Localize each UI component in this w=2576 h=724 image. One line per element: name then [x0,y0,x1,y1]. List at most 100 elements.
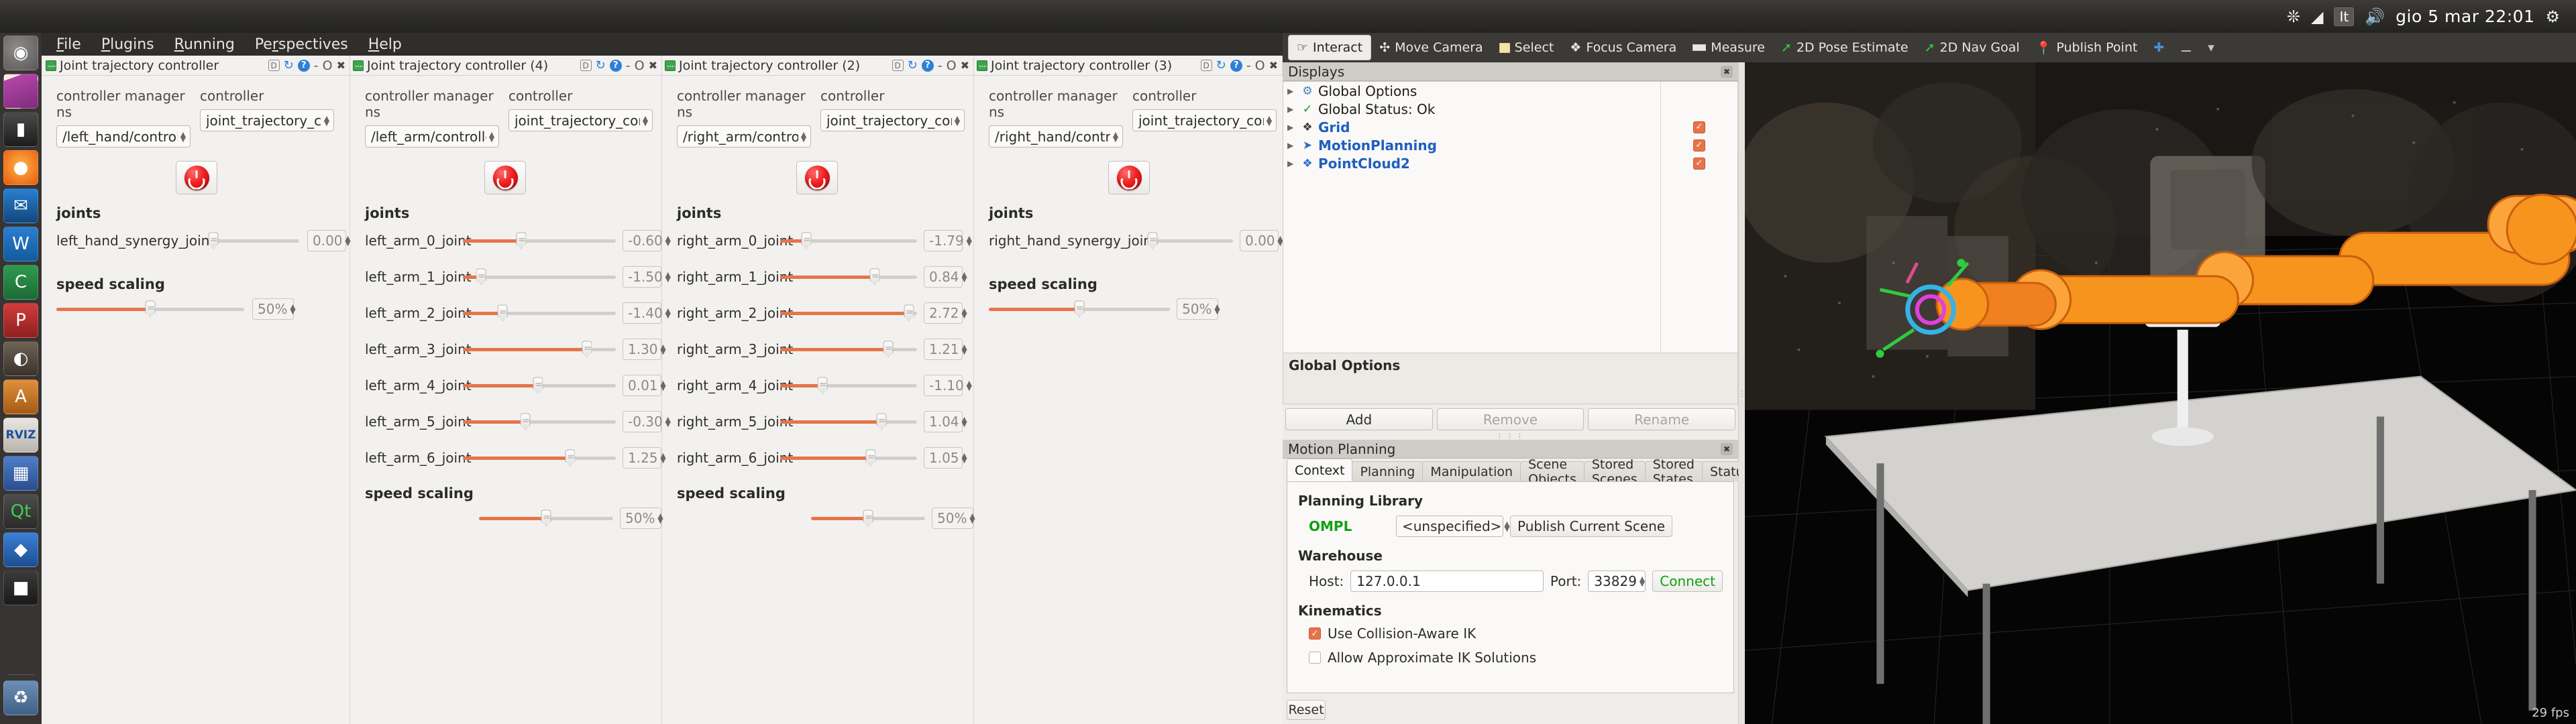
tool-2d-nav-goal[interactable]: ➚ 2D Nav Goal [1917,35,2028,60]
spinner-arrows-icon[interactable]: ▲ ▼ [959,343,970,355]
spinner-arrows-icon[interactable]: ▲ ▼ [1637,575,1648,587]
launcher-item-gimp[interactable]: ◐ [3,341,38,376]
spinner-arrows-icon[interactable]: ▲ ▼ [959,307,970,319]
launcher-item-ubuntu-dash[interactable]: ◉ [3,36,38,70]
tab-context[interactable]: Context [1287,459,1353,481]
joint-value-spinbox[interactable]: 1.05 ▲ ▼ [924,447,967,469]
joint-slider[interactable] [463,448,616,468]
joint-slider[interactable] [780,267,917,287]
joint-value-spinbox[interactable]: -1.40 ▲ ▼ [623,302,671,324]
menu-file[interactable]: File [56,36,81,53]
rviz-3d-viewport[interactable]: 29 fps [1745,62,2576,724]
joint-value-spinbox[interactable]: -1.10 ▲ ▼ [924,375,972,396]
enable-controller-button[interactable] [796,161,838,194]
controller-combo[interactable]: joint_trajectory_controll ▲▼ [200,109,334,131]
clock[interactable]: gio 5 mar 22:01 [2396,7,2534,26]
display-item-global-status[interactable]: ▶ ✓ Global Status: Ok [1283,100,1737,118]
allow-approximate-ik-checkbox[interactable] [1309,652,1321,664]
spinner-arrows-icon[interactable]: ▲ ▼ [964,235,975,247]
tool-focus-camera[interactable]: ❖ Focus Camera [1562,35,1684,60]
planner-combo[interactable]: <unspecified> ▲ ▼ [1396,516,1510,537]
tool-move-camera[interactable]: ✣ Move Camera [1371,35,1491,60]
joint-slider[interactable] [463,303,616,323]
launcher-item-files[interactable] [3,74,38,109]
close-button[interactable]: ✖ [1269,59,1278,72]
slider-handle[interactable] [145,300,156,318]
minimize-button[interactable]: - [314,58,319,73]
joint-slider[interactable] [463,412,616,432]
slider-handle[interactable] [865,449,876,467]
maximize-button[interactable]: O [1255,58,1265,73]
joint-value-spinbox[interactable]: 0.00 ▲ ▼ [307,230,351,251]
joint-slider[interactable] [780,375,917,396]
joint-slider[interactable] [780,448,917,468]
controller-combo[interactable]: joint_trajectory_controller ▲▼ [1132,109,1277,131]
tab-stored-scenes[interactable]: Stored Scenes [1583,457,1646,487]
chevron-updown-icon[interactable]: ▲ ▼ [321,115,332,127]
slider-handle[interactable] [520,413,531,430]
help-icon[interactable]: ? [1230,59,1242,72]
joint-slider[interactable] [463,231,616,251]
joint-value-spinbox[interactable]: -0.60 ▲ ▼ [623,230,671,251]
plugin-tab-right-arm[interactable]: Joint trajectory controller (2) D ↻ ? - … [662,55,974,76]
add-display-button[interactable]: Add [1285,408,1433,430]
reset-button[interactable]: Reset [1287,700,1326,720]
close-icon[interactable]: ✖ [1721,65,1733,78]
reload-icon[interactable]: ↻ [908,58,918,72]
launcher-item-thunderbird[interactable]: ✉ [3,188,38,223]
dock-splitter-handle[interactable]: ⋮⋮⋮ [1283,432,1738,442]
speed-scaling-slider[interactable] [989,299,1170,319]
slider-handle[interactable] [904,304,914,322]
launcher-item-terminal[interactable]: ▮ [3,112,38,147]
tool-measure[interactable]: Measure [1684,35,1773,60]
joint-slider[interactable] [463,267,616,287]
tool-publish-point[interactable]: 📍 Publish Point [2028,35,2146,60]
dock-icon[interactable]: D [580,60,592,71]
menu-help[interactable]: Help [368,36,402,53]
controller-manager-ns-combo[interactable]: /right_hand/controller_ma ▲▼ [989,125,1123,147]
enable-controller-button[interactable] [176,161,217,194]
joint-value-spinbox[interactable]: -1.50 ▲ ▼ [623,266,671,288]
minimize-button[interactable]: - [626,58,631,73]
joint-slider[interactable] [208,231,299,251]
maximize-button[interactable]: O [635,58,645,73]
joint-slider[interactable] [780,339,917,359]
slider-handle[interactable] [863,509,873,527]
dock-icon[interactable]: D [892,60,904,71]
joint-value-spinbox[interactable]: 1.25 ▲ ▼ [623,447,666,469]
chevron-right-icon[interactable]: ▶ [1287,86,1297,96]
menu-running[interactable]: Running [174,36,235,53]
chevron-right-icon[interactable]: ▶ [1287,141,1297,150]
joint-value-spinbox[interactable]: 1.30 ▲ ▼ [623,339,666,360]
remove-display-button[interactable]: Remove [1436,408,1585,430]
slider-handle[interactable] [541,509,551,527]
spinner-arrows-icon[interactable]: ▲ ▼ [964,379,975,391]
rename-display-button[interactable]: Rename [1588,408,1736,430]
slider-handle[interactable] [1074,300,1085,318]
chevron-updown-icon[interactable]: ▲ ▼ [1264,115,1275,127]
close-icon[interactable]: ✖ [1721,442,1733,455]
help-icon[interactable]: ? [609,59,622,72]
use-collision-aware-ik-checkbox[interactable]: ✓ [1309,627,1321,640]
slider-handle[interactable] [497,304,508,322]
reload-icon[interactable]: ↻ [1216,58,1226,72]
launcher-item-libreoffice-calc[interactable]: C [3,265,38,300]
chevron-right-icon[interactable]: ▶ [1287,123,1297,132]
speed-scaling-spinbox[interactable]: 50% ▲ ▼ [932,507,975,529]
slider-handle[interactable] [869,268,880,286]
reload-icon[interactable]: ↻ [284,58,294,72]
minimize-button[interactable]: - [938,58,943,73]
slider-handle[interactable] [476,268,486,286]
menu-perspectives[interactable]: Perspectives [255,36,348,53]
joint-value-spinbox[interactable]: 1.04 ▲ ▼ [924,411,967,432]
joint-slider[interactable] [1147,231,1233,251]
controller-manager-ns-combo[interactable]: /left_hand/controller_m ▲▼ [56,125,191,147]
chevron-right-icon[interactable]: ▶ [1287,159,1297,168]
spinner-arrows-icon[interactable]: ▲ ▼ [287,303,298,315]
publish-current-scene-button[interactable]: Publish Current Scene [1510,516,1673,537]
launcher-item-libreoffice-impress[interactable]: P [3,303,38,338]
joint-slider[interactable] [463,375,616,396]
joint-value-spinbox[interactable]: -1.79 ▲ ▼ [924,230,972,251]
spinner-arrows-icon[interactable]: ▲ ▼ [1212,303,1222,315]
launcher-item-matrix-app[interactable]: ▦ [3,456,38,491]
